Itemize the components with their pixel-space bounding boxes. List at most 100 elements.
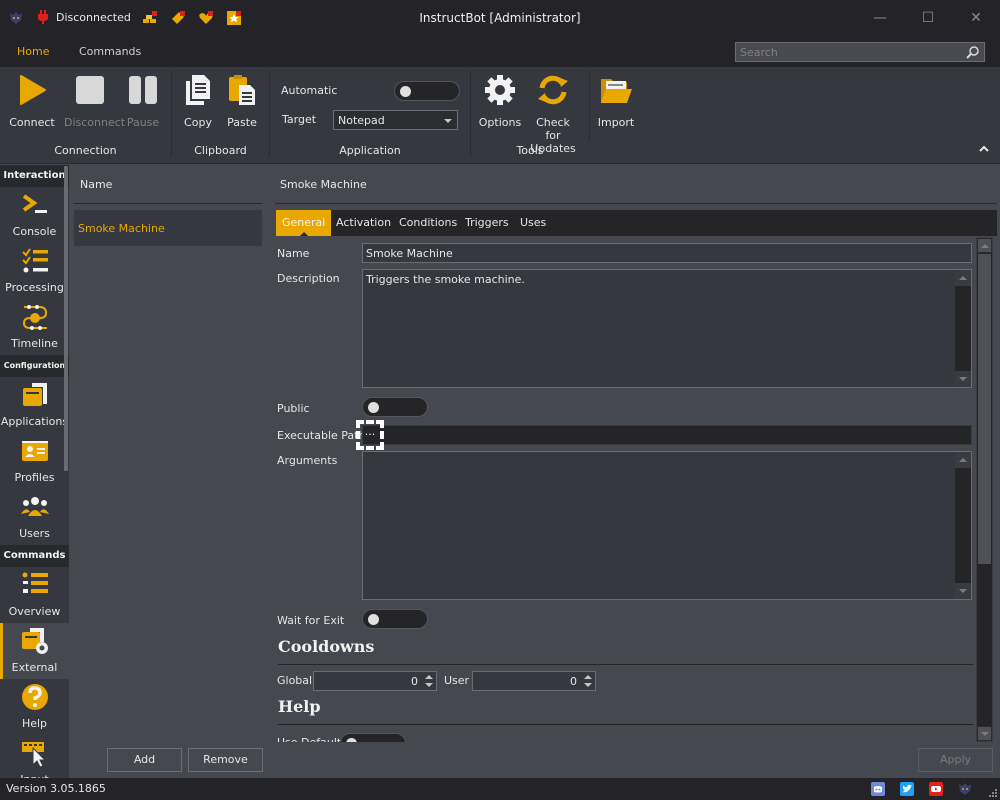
- tab-general[interactable]: General: [276, 210, 332, 236]
- discord-icon[interactable]: [871, 782, 885, 796]
- global-cooldown-spinner[interactable]: 0: [313, 671, 437, 691]
- description-textarea[interactable]: Triggers the smoke machine.: [362, 269, 972, 388]
- public-toggle[interactable]: [362, 397, 428, 417]
- heart-icon[interactable]: [198, 10, 214, 26]
- tab-triggers[interactable]: Triggers: [459, 210, 515, 236]
- automatic-toggle[interactable]: [394, 81, 460, 101]
- divider: [74, 203, 262, 204]
- sidebar-item-console[interactable]: Console: [0, 187, 69, 243]
- scroll-up-button[interactable]: [955, 452, 971, 468]
- stop-icon: [76, 76, 104, 104]
- tab-commands[interactable]: Commands: [79, 45, 141, 58]
- users-icon: [20, 497, 49, 516]
- resize-grip-icon[interactable]: [988, 788, 998, 798]
- name-input[interactable]: Smoke Machine: [362, 243, 972, 263]
- scroll-down-button[interactable]: [977, 726, 992, 741]
- sidebar-item-processing[interactable]: Processing: [0, 243, 69, 299]
- keyboard-cursor-icon: [21, 742, 46, 768]
- options-button[interactable]: Options: [475, 73, 525, 129]
- maximize-icon: ☐: [921, 10, 935, 26]
- scroll-down-button[interactable]: [955, 583, 971, 599]
- star-icon[interactable]: [226, 10, 242, 26]
- main-window: Disconnected InstructBot [Administrator]…: [0, 0, 1000, 800]
- target-select[interactable]: Notepad: [333, 110, 458, 130]
- arguments-textarea[interactable]: [362, 451, 972, 600]
- tab-home[interactable]: Home: [17, 45, 49, 58]
- decrement-icon[interactable]: [425, 683, 433, 687]
- tab-conditions[interactable]: Conditions: [393, 210, 463, 236]
- browse-button[interactable]: ...: [356, 420, 384, 450]
- tab-uses[interactable]: Uses: [514, 210, 552, 236]
- sidebar-item-external[interactable]: External: [0, 623, 69, 679]
- ribbon-group-clipboard: Copy Paste Clipboard: [172, 71, 270, 157]
- sidebar-item-help[interactable]: Help: [0, 679, 69, 735]
- scroll-up-button[interactable]: [955, 270, 971, 286]
- search-input[interactable]: [736, 43, 961, 61]
- search-box: [735, 42, 985, 62]
- increment-icon[interactable]: [425, 675, 433, 679]
- arrow-up-icon: [981, 244, 989, 248]
- help-icon: [21, 684, 48, 710]
- sidebar-header-commands: Commands: [0, 545, 69, 567]
- copy-button[interactable]: Copy: [173, 73, 223, 129]
- search-icon[interactable]: [966, 45, 980, 59]
- sidebar-item-profiles[interactable]: Profiles: [0, 433, 69, 489]
- tab-activation[interactable]: Activation: [330, 210, 397, 236]
- detail-scrollbar[interactable]: [976, 237, 993, 742]
- add-button[interactable]: Add: [107, 748, 182, 772]
- decrement-icon[interactable]: [584, 683, 592, 687]
- sidebar-item-timeline[interactable]: Timeline: [0, 299, 69, 355]
- play-icon: [20, 75, 46, 105]
- target-label: Target: [282, 113, 317, 126]
- scrollbar-thumb[interactable]: [978, 254, 991, 564]
- description-label: Description: [277, 272, 340, 285]
- connection-status: Disconnected: [36, 10, 131, 24]
- help-heading: Help: [278, 697, 321, 716]
- minimize-button[interactable]: —: [865, 6, 895, 30]
- gear-icon: [485, 75, 515, 105]
- copy-icon: [186, 75, 210, 105]
- tools-divider: [589, 71, 590, 141]
- connect-button[interactable]: Connect: [7, 73, 57, 129]
- arguments-scrollbar[interactable]: [955, 452, 971, 599]
- profile-card-icon: [21, 441, 48, 461]
- gold-bars-icon[interactable]: [142, 10, 158, 26]
- twitter-icon[interactable]: [900, 782, 914, 796]
- ribbon-group-connection: Connect Disconnect Pause Connection: [0, 71, 172, 157]
- sidebar-item-applications[interactable]: Applications: [0, 377, 69, 433]
- increment-icon[interactable]: [584, 675, 592, 679]
- executable-path-input[interactable]: [362, 425, 972, 445]
- check-updates-button[interactable]: Check for Updates: [527, 73, 579, 155]
- refresh-icon: [538, 75, 568, 105]
- description-scrollbar[interactable]: [955, 270, 971, 387]
- apply-button[interactable]: Apply: [918, 748, 993, 772]
- paste-button[interactable]: Paste: [217, 73, 267, 129]
- app-logo-icon[interactable]: [958, 782, 972, 796]
- arrow-down-icon: [959, 589, 967, 593]
- import-button[interactable]: Import: [591, 73, 641, 129]
- ticket-icon[interactable]: [170, 10, 186, 26]
- executable-path-label: Executable Path: [277, 429, 366, 442]
- use-default-toggle[interactable]: [340, 733, 406, 742]
- connection-status-text: Disconnected: [56, 10, 131, 24]
- pause-icon: [129, 76, 157, 104]
- disconnect-button[interactable]: Disconnect: [64, 73, 125, 129]
- sidebar-scrollbar[interactable]: [64, 166, 68, 471]
- maximize-button[interactable]: ☐: [913, 6, 943, 30]
- youtube-icon[interactable]: [929, 782, 943, 796]
- paste-icon: [229, 75, 255, 105]
- remove-button[interactable]: Remove: [188, 748, 263, 772]
- scroll-down-button[interactable]: [955, 371, 971, 387]
- sidebar-header-configuration: Configuration: [0, 355, 69, 377]
- user-cooldown-spinner[interactable]: 0: [472, 671, 596, 691]
- list-item[interactable]: Smoke Machine: [74, 210, 262, 246]
- divider: [278, 724, 973, 725]
- close-button[interactable]: ✕: [961, 6, 991, 30]
- scroll-up-button[interactable]: [977, 238, 992, 253]
- sidebar-item-input[interactable]: Input: [0, 735, 69, 779]
- pause-button[interactable]: Pause: [118, 73, 168, 129]
- wait-for-exit-toggle[interactable]: [362, 609, 428, 629]
- sidebar-item-users[interactable]: Users: [0, 489, 69, 545]
- sidebar-item-overview[interactable]: Overview: [0, 567, 69, 623]
- collapse-ribbon-icon[interactable]: [978, 143, 990, 155]
